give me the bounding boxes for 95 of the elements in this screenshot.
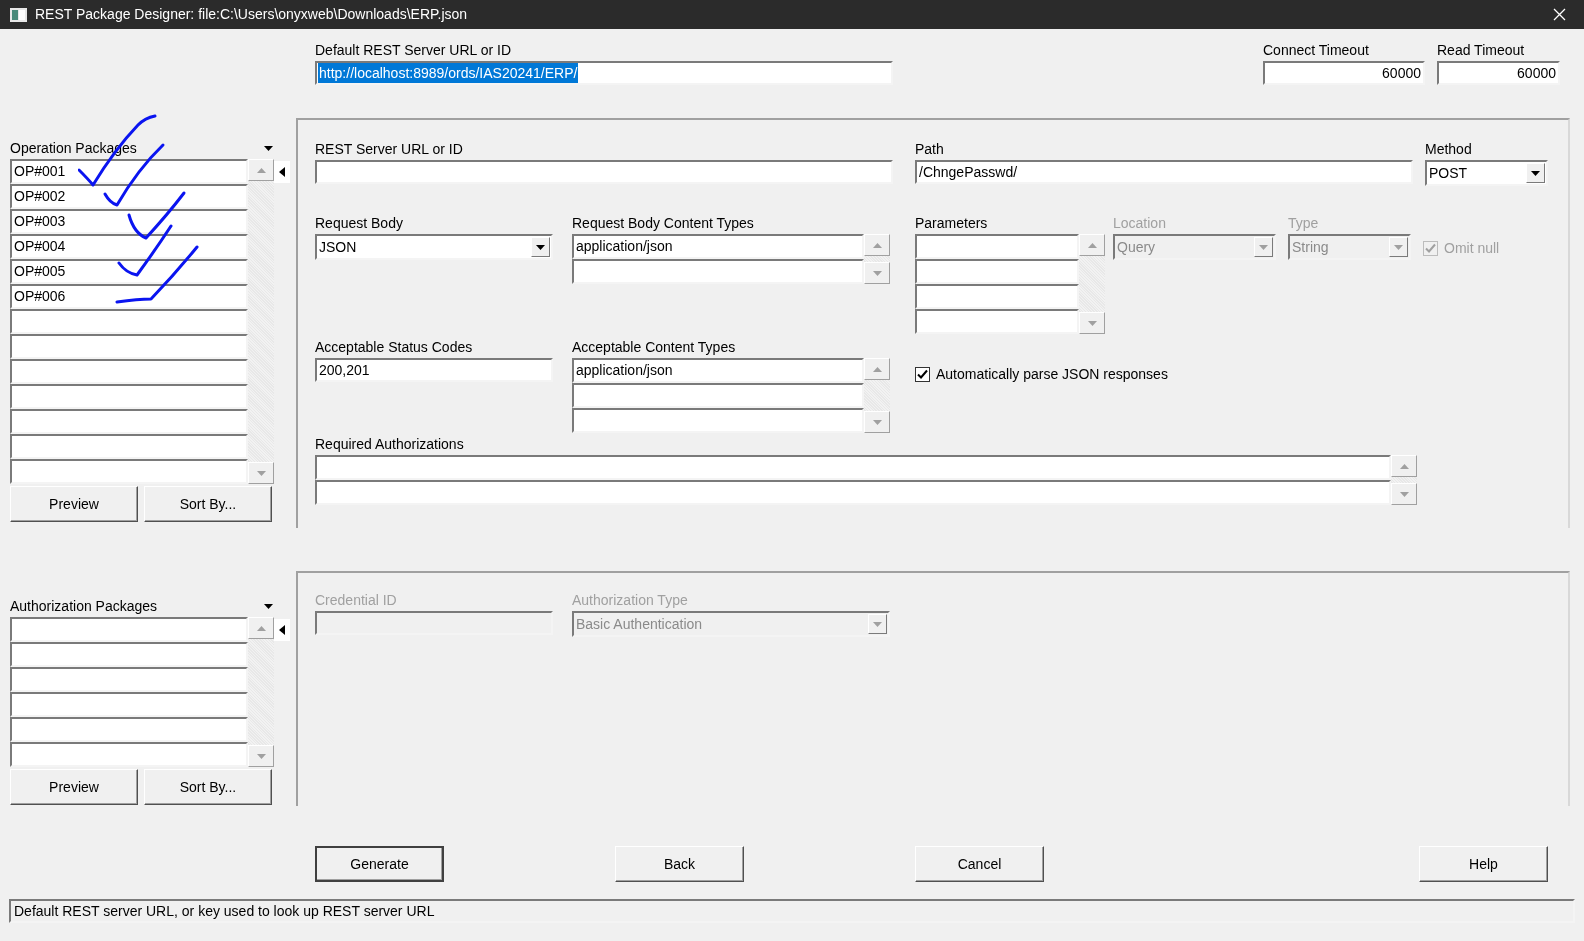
list-row[interactable]: OP#005	[10, 259, 248, 284]
field-label: Type	[1288, 214, 1320, 233]
scrollbar[interactable]	[1079, 234, 1105, 334]
field-label: Location	[1113, 214, 1167, 233]
scroll-down-icon	[256, 470, 266, 476]
list-row[interactable]: application/json	[572, 234, 864, 259]
window-title: REST Package Designer: file:C:\Users\onyxweb\Downloads\ERP.json	[35, 5, 469, 24]
list-row[interactable]	[915, 234, 1079, 259]
scrollbar[interactable]	[1391, 455, 1417, 505]
list-button[interactable]: Sort By...	[144, 769, 272, 805]
dropdown-arrow-icon	[1394, 244, 1403, 250]
list-row[interactable]	[572, 408, 864, 433]
method-dropdown[interactable]: POST	[1425, 160, 1548, 186]
list-row[interactable]	[10, 434, 248, 459]
list-button[interactable]: Sort By...	[144, 486, 272, 522]
field-label: Read Timeout	[1437, 41, 1526, 60]
scroll-up-icon	[872, 366, 882, 372]
list-row[interactable]	[10, 384, 248, 409]
scroll-up-icon	[1087, 242, 1097, 248]
list-row[interactable]	[10, 717, 248, 742]
list-row[interactable]	[915, 309, 1079, 334]
close-icon[interactable]	[1553, 8, 1566, 21]
dialog-button[interactable]: Back	[615, 846, 744, 882]
list-row[interactable]	[10, 617, 248, 642]
field-label: Credential ID	[315, 591, 398, 610]
field-label: Path	[915, 140, 945, 159]
dropdown-arrow-icon	[264, 603, 273, 609]
list-row[interactable]: OP#001	[10, 159, 248, 184]
url-field[interactable]	[315, 160, 893, 184]
list-row[interactable]	[10, 309, 248, 334]
field-label: REST Server URL or ID	[315, 140, 464, 159]
scrollbar[interactable]	[864, 234, 890, 284]
dropdown-arrow-icon	[1531, 170, 1540, 176]
timeout-field[interactable]: 60000	[1437, 61, 1560, 85]
field-label: Default REST Server URL or ID	[315, 41, 513, 60]
scroll-down-icon	[1399, 491, 1409, 497]
dialog-button[interactable]: Cancel	[915, 846, 1044, 882]
checkbox[interactable]	[915, 367, 930, 382]
checkbox-label: Automatically parse JSON responses	[936, 365, 1168, 384]
dropdown-arrow-icon	[264, 145, 273, 151]
scroll-up-icon	[1399, 463, 1409, 469]
scroll-up-icon	[872, 242, 882, 248]
list-row[interactable]	[572, 383, 864, 408]
url-field[interactable]: http://localhost:8989/ords/IAS20241/ERP/	[315, 61, 893, 85]
list-heading: Authorization Packages	[10, 597, 158, 616]
dropdown-arrow-icon	[1259, 244, 1268, 250]
field-label: Acceptable Content Types	[572, 338, 737, 357]
request-body-dropdown[interactable]: JSON	[315, 234, 553, 260]
list-row[interactable]	[915, 284, 1079, 309]
list-row[interactable]	[10, 334, 248, 359]
field-label: Authorization Type	[572, 591, 689, 610]
list-row[interactable]: OP#003	[10, 209, 248, 234]
list-row[interactable]	[10, 409, 248, 434]
list-button[interactable]: Preview	[10, 769, 138, 805]
list-row[interactable]	[10, 642, 248, 667]
list-row[interactable]: OP#004	[10, 234, 248, 259]
list-row[interactable]	[10, 692, 248, 717]
list-button[interactable]: Preview	[10, 486, 138, 522]
scroll-down-icon	[872, 419, 882, 425]
list-row[interactable]	[315, 480, 1391, 505]
scroll-down-icon	[256, 753, 266, 759]
dialog-button[interactable]: Generate	[315, 846, 444, 882]
list-row[interactable]	[10, 459, 248, 484]
field-label: Request Body Content Types	[572, 214, 755, 233]
list-row[interactable]: OP#002	[10, 184, 248, 209]
dropdown-arrow-icon	[873, 621, 882, 627]
list-row[interactable]	[10, 359, 248, 384]
field-label: Method	[1425, 140, 1473, 159]
list-row[interactable]: OP#006	[10, 284, 248, 309]
field-label: Connect Timeout	[1263, 41, 1370, 60]
field-label: Required Authorizations	[315, 435, 465, 454]
dialog-button[interactable]: Help	[1419, 846, 1548, 882]
field-label: Parameters	[915, 214, 989, 233]
list-row[interactable]	[915, 259, 1079, 284]
list-row[interactable]	[10, 742, 248, 767]
scrollbar[interactable]	[864, 358, 890, 433]
scroll-up-icon	[256, 625, 266, 631]
list-row[interactable]	[10, 667, 248, 692]
field-label: Request Body	[315, 214, 404, 233]
list-row[interactable]	[315, 455, 1391, 480]
timeout-field[interactable]: 60000	[1263, 61, 1425, 85]
scroll-down-icon	[1087, 320, 1097, 326]
scroll-up-icon	[256, 167, 266, 173]
checkbox-label: Omit null	[1444, 239, 1500, 258]
list-row[interactable]	[572, 259, 864, 284]
scrollbar[interactable]	[248, 159, 274, 484]
status-codes-field[interactable]: 200,201	[315, 358, 553, 382]
list-row[interactable]: application/json	[572, 358, 864, 383]
app-icon	[10, 7, 27, 22]
dropdown-arrow-icon	[536, 244, 545, 250]
scrollbar[interactable]	[248, 617, 274, 767]
field-label: Acceptable Status Codes	[315, 338, 474, 357]
scroll-down-icon	[872, 270, 882, 276]
path-field[interactable]: /ChngePasswd/	[915, 160, 1413, 184]
status-bar: Default REST server URL, or key used to look up REST server URL	[9, 899, 1575, 923]
